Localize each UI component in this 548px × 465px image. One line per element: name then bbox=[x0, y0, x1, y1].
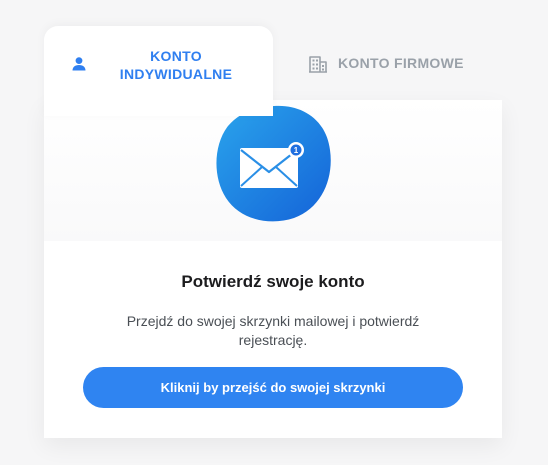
confirm-description: Przejdź do swojej skrzynki mailowej i po… bbox=[126, 313, 420, 348]
mail-illustration: 1 bbox=[216, 105, 331, 222]
tab-company-label: KONTO FIRMOWE bbox=[338, 55, 464, 71]
tab-individual-label-line1: KONTO bbox=[150, 48, 202, 64]
badge-count: 1 bbox=[294, 146, 299, 155]
person-icon bbox=[72, 57, 86, 71]
tab-panel-join bbox=[44, 98, 273, 104]
tab-company-account[interactable]: KONTO FIRMOWE bbox=[290, 44, 490, 84]
confirm-account-panel: 1 Potwierdź swoje konto Przejdź do swoje… bbox=[44, 100, 502, 438]
confirm-content: Potwierdź swoje konto Przejdź do swojej … bbox=[44, 241, 502, 438]
building-icon bbox=[309, 56, 327, 73]
tab-individual-label: KONTO INDYWIDUALNE bbox=[104, 47, 248, 83]
open-mailbox-button[interactable]: Kliknij by przejść do swojej skrzynki bbox=[83, 367, 463, 408]
illustration-area: 1 bbox=[44, 100, 502, 241]
confirm-title: Potwierdź swoje konto bbox=[181, 272, 365, 291]
tab-individual-label-line2: INDYWIDUALNE bbox=[119, 66, 233, 82]
notification-badge: 1 bbox=[288, 142, 304, 158]
